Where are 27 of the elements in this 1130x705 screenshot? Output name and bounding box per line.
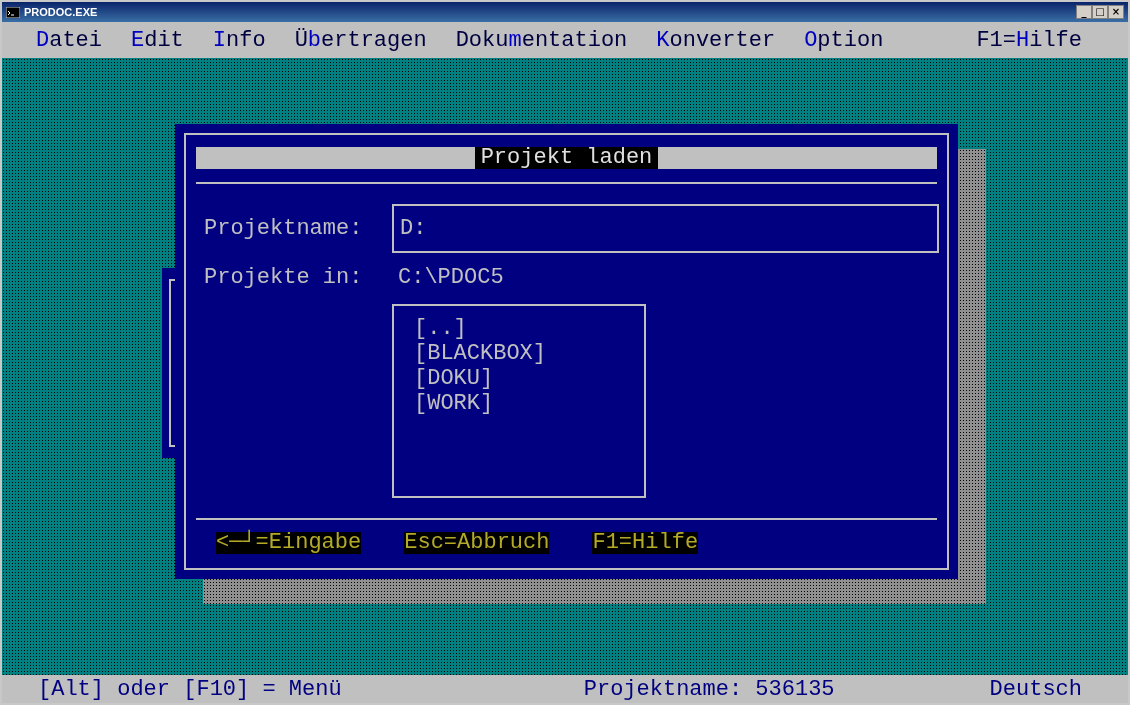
status-project: Projektname: 536135 [583,675,835,704]
key-hint: F1=Hilfe [592,532,699,554]
status-language: Deutsch [989,675,1082,704]
maximize-button[interactable]: □ [1092,5,1108,19]
menu-item[interactable]: Dokumentation [455,23,628,57]
menu-item[interactable]: Option [804,23,884,57]
folder-item[interactable]: [..] [414,316,467,341]
folder-label: Projekte in: [204,264,364,292]
menu-item[interactable]: Übertragen [294,23,427,57]
folder-item[interactable]: [BLACKBOX] [414,341,547,366]
folder-path: C:\PDOC5 [398,264,504,292]
menu-item[interactable]: Info [212,23,266,57]
console-icon [6,6,20,18]
field-label: Projektname: [204,215,364,243]
folder-item[interactable]: [WORK] [414,391,494,416]
folder-item[interactable]: [DOKU] [414,366,494,391]
key-hint: Esc=Abbruch [404,532,550,554]
dialog-title: Projekt laden [474,147,659,169]
menu-item[interactable]: Edit [131,23,184,57]
close-button[interactable]: × [1108,5,1124,19]
project-name-field[interactable]: D: [392,204,939,253]
window-title: PRODOC.EXE [24,6,98,18]
menu-item[interactable]: Datei [36,23,102,57]
menu-item[interactable]: Konverter [656,23,776,57]
status-hint: [Alt] oder [F10] = Menü [38,675,342,704]
minimize-button[interactable]: _ [1076,5,1092,19]
menu-item[interactable]: F1=Hilfe [976,23,1082,57]
